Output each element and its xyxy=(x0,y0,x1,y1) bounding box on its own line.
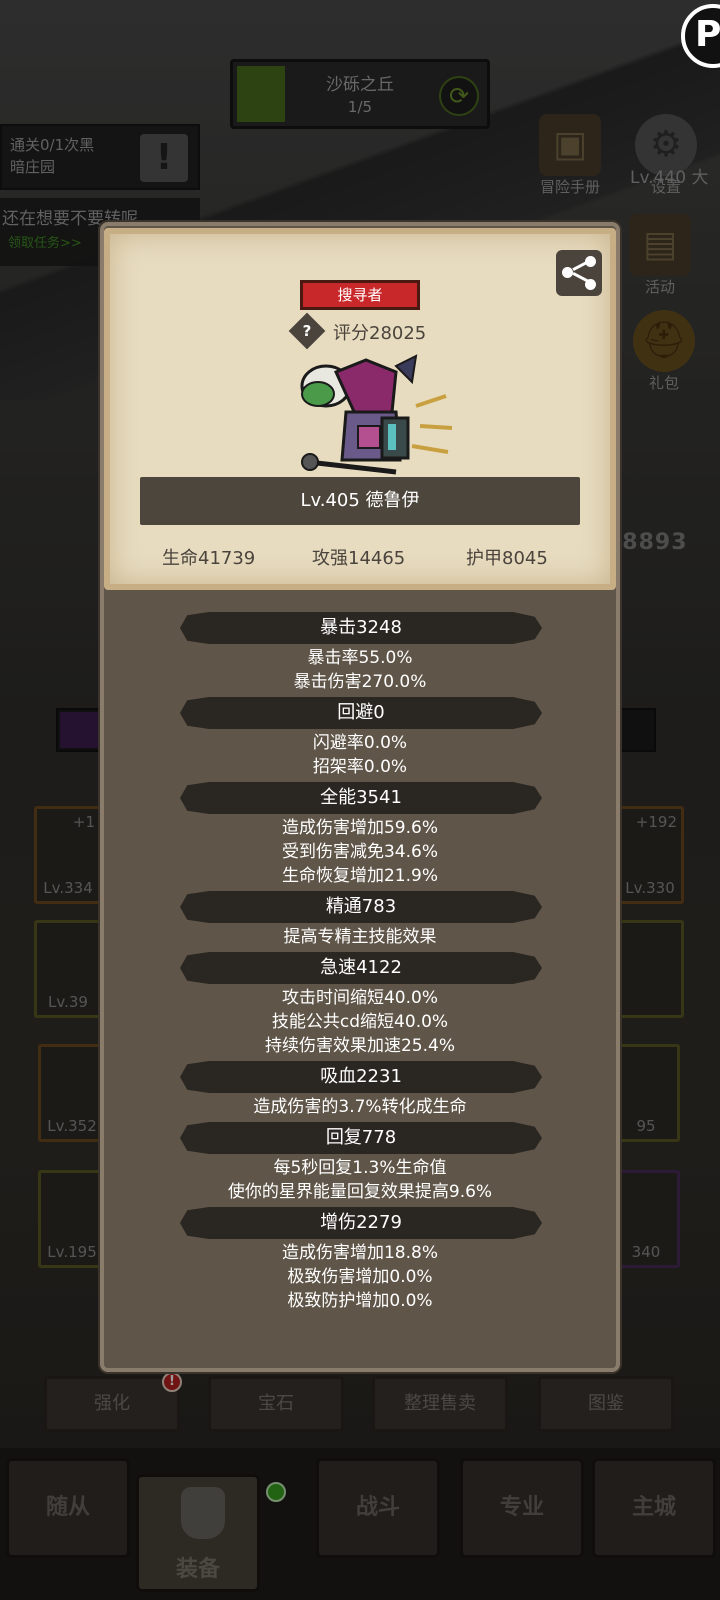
class-badge: 搜寻者 xyxy=(300,280,420,310)
share-button[interactable] xyxy=(556,250,602,296)
stat-line: 极致伤害增加0.0% xyxy=(287,1267,433,1287)
stat-line: 提高专精主技能效果 xyxy=(283,927,437,947)
stat-line: 造成伤害增加59.6% xyxy=(281,818,438,838)
stat-header-mastery: 精通783 xyxy=(180,891,542,923)
stat-line: 极致防护增加0.0% xyxy=(287,1291,433,1311)
stat-line: 受到伤害减免34.6% xyxy=(281,842,438,862)
stat-line: 闪避率0.0% xyxy=(312,733,408,753)
stat-header-versatility: 全能3541 xyxy=(180,782,542,814)
stat-armor: 护甲8045 xyxy=(466,548,548,569)
stat-header-leech: 吸血2231 xyxy=(180,1061,542,1093)
stat-line: 攻击时间缩短40.0% xyxy=(281,988,438,1008)
stat-header-recovery: 回复778 xyxy=(180,1122,542,1154)
stat-line: 每5秒回复1.3%生命值 xyxy=(273,1158,447,1178)
stat-header-avoidance: 回避0 xyxy=(180,697,542,729)
character-name-bar: Lv.405 德鲁伊 xyxy=(140,477,580,525)
stat-line: 持续伤害效果加速25.4% xyxy=(264,1036,455,1056)
stat-line: 使你的星界能量回复效果提高9.6% xyxy=(227,1182,493,1202)
character-name-level: Lv.405 德鲁伊 xyxy=(300,490,420,511)
stat-header-damage-boost: 增伤2279 xyxy=(180,1207,542,1239)
help-icon[interactable]: ? xyxy=(288,312,326,350)
stat-header-haste: 急速4122 xyxy=(180,952,542,984)
stat-line: 技能公共cd缩短40.0% xyxy=(271,1012,449,1032)
stat-line: 招架率0.0% xyxy=(312,757,408,777)
stat-line: 暴击伤害270.0% xyxy=(293,672,427,692)
stat-line: 暴击率55.0% xyxy=(307,648,413,668)
stat-attack: 攻强14465 xyxy=(312,548,406,569)
stat-hp: 生命41739 xyxy=(162,548,256,569)
stat-header-crit: 暴击3248 xyxy=(180,612,542,644)
character-rating: 评分28025 xyxy=(333,323,427,344)
character-portrait xyxy=(300,354,453,475)
stat-line: 生命恢复增加21.9% xyxy=(281,866,438,886)
stat-line: 造成伤害增加18.8% xyxy=(281,1243,438,1263)
stat-line: 造成伤害的3.7%转化成生命 xyxy=(253,1097,467,1117)
